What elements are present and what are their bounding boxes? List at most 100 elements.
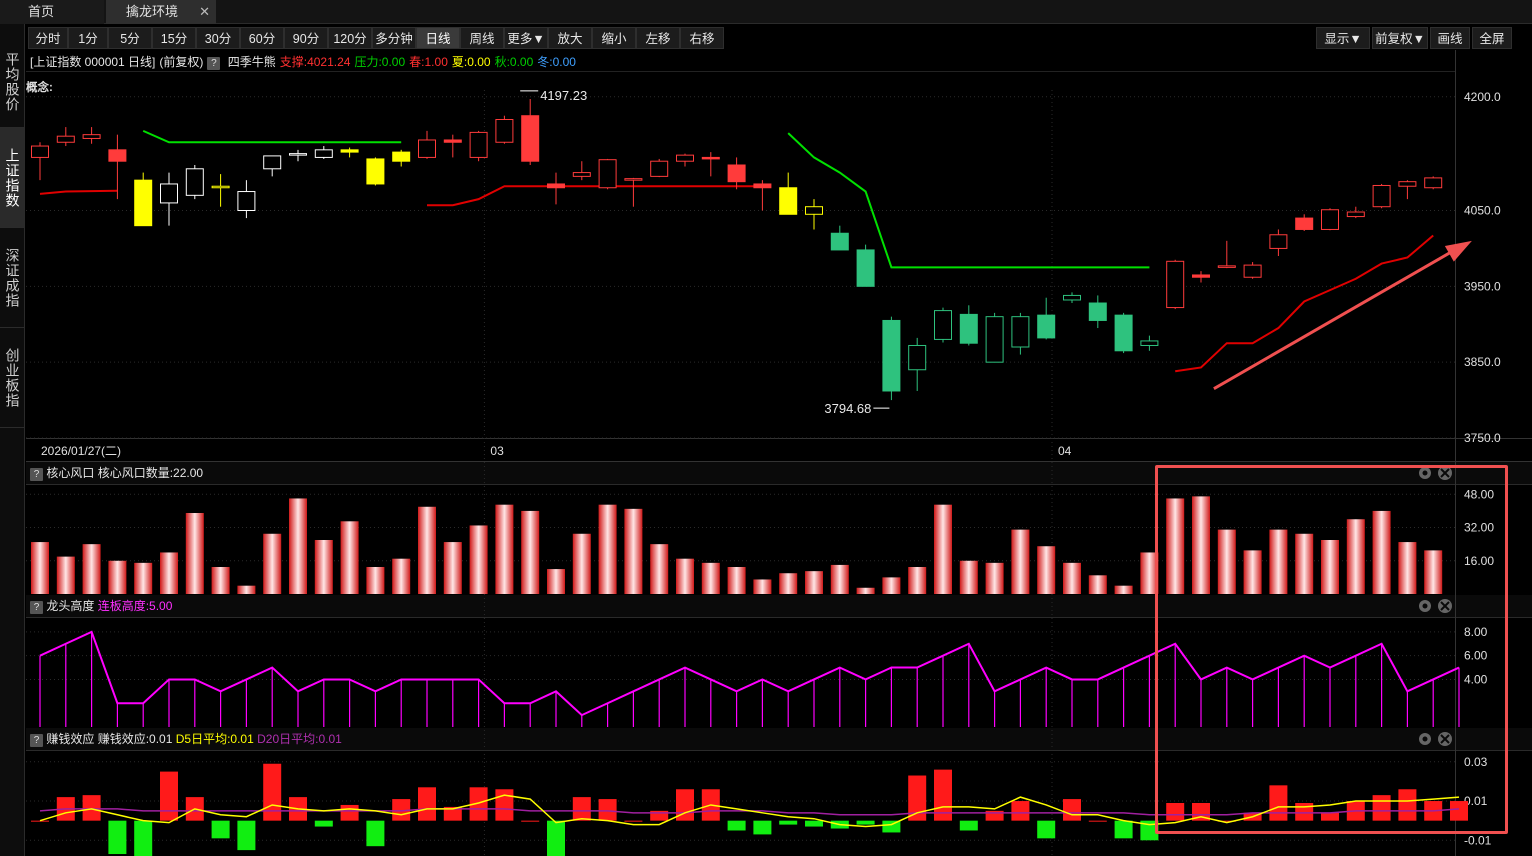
core-wind-bar (521, 510, 540, 594)
candle-body (1321, 209, 1339, 230)
money-effect-bar-negative (753, 820, 772, 835)
panel-dragon-height-title: ? 龙头高度 连板高度:5.00 (30, 598, 172, 614)
candle-body (340, 149, 359, 153)
help-icon[interactable]: ? (30, 468, 43, 481)
candle-body (1140, 340, 1159, 346)
core-wind-bar (1063, 562, 1081, 594)
candle-body (1217, 265, 1236, 268)
y-tick-label: 4050.0 (1464, 204, 1501, 218)
candle-body (134, 179, 153, 227)
candle-body (1346, 211, 1365, 218)
candle-body (495, 119, 514, 143)
money-effect-bar-negative (805, 820, 823, 827)
money-effect-bar-negative (211, 820, 230, 839)
core-wind-bar (882, 577, 901, 594)
candle-body (443, 139, 462, 143)
candle-body (108, 149, 127, 162)
candle-body (1037, 314, 1056, 339)
core-wind-bar (82, 544, 101, 594)
candle-body (805, 206, 823, 215)
x-tick-label: 04 (1058, 444, 1072, 458)
money-effect-bar-positive (263, 763, 282, 821)
core-wind-bar (727, 567, 746, 594)
core-wind-bar (418, 506, 436, 594)
core-wind-bar (1037, 546, 1056, 594)
core-wind-bar (289, 498, 307, 594)
candle-body (985, 316, 1004, 363)
core-wind-bar (908, 567, 927, 594)
core-wind-bar (650, 544, 669, 594)
candle-body (185, 168, 204, 196)
high-price-label: 4197.23 (540, 88, 587, 103)
money-effect-bar-positive (598, 799, 617, 821)
help-icon[interactable]: ? (30, 601, 43, 614)
candle-body (908, 344, 927, 371)
core-wind-bar (779, 573, 798, 594)
help-icon[interactable]: ? (30, 734, 43, 747)
money-effect-bar-negative (237, 820, 256, 851)
money-effect-bar-positive (1011, 801, 1030, 821)
candle-body (624, 178, 643, 181)
candle-body (1372, 184, 1391, 208)
candle-body (1166, 260, 1185, 309)
support-line-green (142, 129, 402, 144)
y-tick-label: 3750.0 (1464, 431, 1501, 445)
core-wind-bar (985, 562, 1004, 594)
core-wind-bar (211, 567, 230, 594)
money-effect-bar-positive (1088, 820, 1107, 822)
candle-body (237, 191, 256, 212)
indicator-legend-d5: D5日平均:0.01 (175, 732, 254, 746)
candle-body (289, 153, 307, 156)
core-wind-bar (547, 569, 565, 594)
core-wind-bar (443, 542, 462, 594)
candle-body (1243, 264, 1262, 278)
candle-body (392, 151, 411, 162)
candle-body (1011, 316, 1030, 348)
candle-body (521, 115, 540, 162)
y-tick-label: 4200.0 (1464, 90, 1501, 104)
core-wind-bar (366, 567, 385, 594)
pressure-line-red (1175, 234, 1434, 373)
core-wind-bar (572, 533, 591, 594)
core-wind-bar (830, 564, 849, 594)
core-wind-bar (108, 560, 127, 594)
pressure-line-red (39, 189, 118, 195)
core-wind-bar (959, 560, 978, 594)
core-wind-bar (753, 579, 772, 594)
candle-body (160, 183, 178, 204)
core-wind-bar (1114, 585, 1133, 594)
candle-body (1398, 181, 1417, 187)
x-tick-label: 2026/01/27(二) (41, 444, 121, 458)
money-effect-bar-negative (1037, 820, 1056, 839)
money-effect-bar-negative (856, 820, 875, 825)
candle-body (314, 149, 333, 158)
candle-body (1063, 294, 1081, 301)
money-effect-bar-positive (31, 820, 49, 822)
candle-body (572, 172, 591, 177)
candle-body (753, 183, 772, 189)
money-effect-bar-negative (727, 820, 746, 831)
candle-body (676, 154, 694, 162)
core-wind-bar (392, 558, 411, 594)
candle-body (882, 319, 901, 392)
candle-body (1269, 234, 1288, 249)
low-price-label: 3794.68 (824, 401, 871, 416)
candle-body (1088, 302, 1107, 321)
indicator-name: 核心风口 (46, 466, 95, 480)
candle-body (211, 185, 230, 189)
money-effect-bar-positive (572, 797, 591, 821)
indicator-name: 赚钱效应 (46, 732, 95, 746)
money-effect-bar-negative (779, 820, 798, 825)
candle-body (650, 160, 669, 177)
candle-body (82, 134, 101, 139)
panel-money-effect-title: ? 赚钱效应 赚钱效应:0.01 D5日平均:0.01 D20日平均:0.01 (30, 731, 342, 747)
core-wind-bar (495, 504, 514, 594)
core-wind-bar (598, 504, 617, 594)
core-wind-bar (676, 558, 694, 594)
candle-body (1424, 177, 1443, 189)
candle-body (547, 183, 565, 189)
core-wind-bar (340, 521, 359, 594)
indicator-legend: 赚钱效应:0.01 (97, 732, 173, 746)
core-wind-bar (469, 525, 488, 594)
candle-body (727, 164, 746, 183)
